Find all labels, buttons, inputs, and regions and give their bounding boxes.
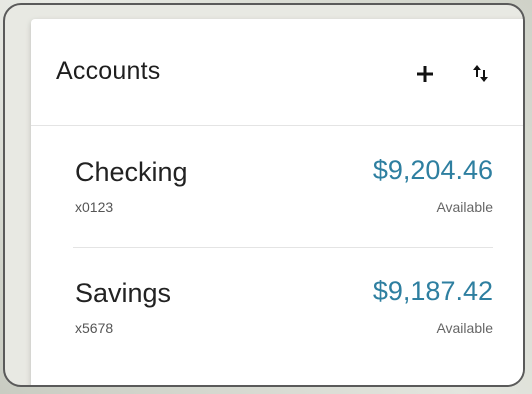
card-header: Accounts: [31, 19, 523, 126]
card-title: Accounts: [56, 57, 161, 85]
account-row-checking[interactable]: Checking x0123 $9,204.46 Available: [73, 127, 493, 248]
balance-label: Available: [436, 320, 493, 336]
balance-label: Available: [436, 199, 493, 215]
account-row-savings[interactable]: Savings x5678 $9,187.42 Available: [73, 248, 493, 368]
account-balance: $9,204.46: [372, 155, 493, 185]
device-frame: Accounts Checking x0123 $9,204.46 Availa…: [3, 3, 525, 387]
accounts-card: Accounts Checking x0123 $9,204.46 Availa…: [31, 19, 523, 385]
account-name: Checking: [75, 157, 188, 187]
account-number: x0123: [75, 199, 114, 215]
account-balance: $9,187.42: [372, 276, 493, 306]
account-number: x5678: [75, 320, 114, 336]
sort-arrows-icon: [473, 65, 488, 82]
account-name: Savings: [75, 278, 172, 308]
sort-accounts-button[interactable]: [471, 61, 491, 85]
add-account-button[interactable]: [414, 63, 436, 85]
plus-icon: [417, 66, 433, 82]
